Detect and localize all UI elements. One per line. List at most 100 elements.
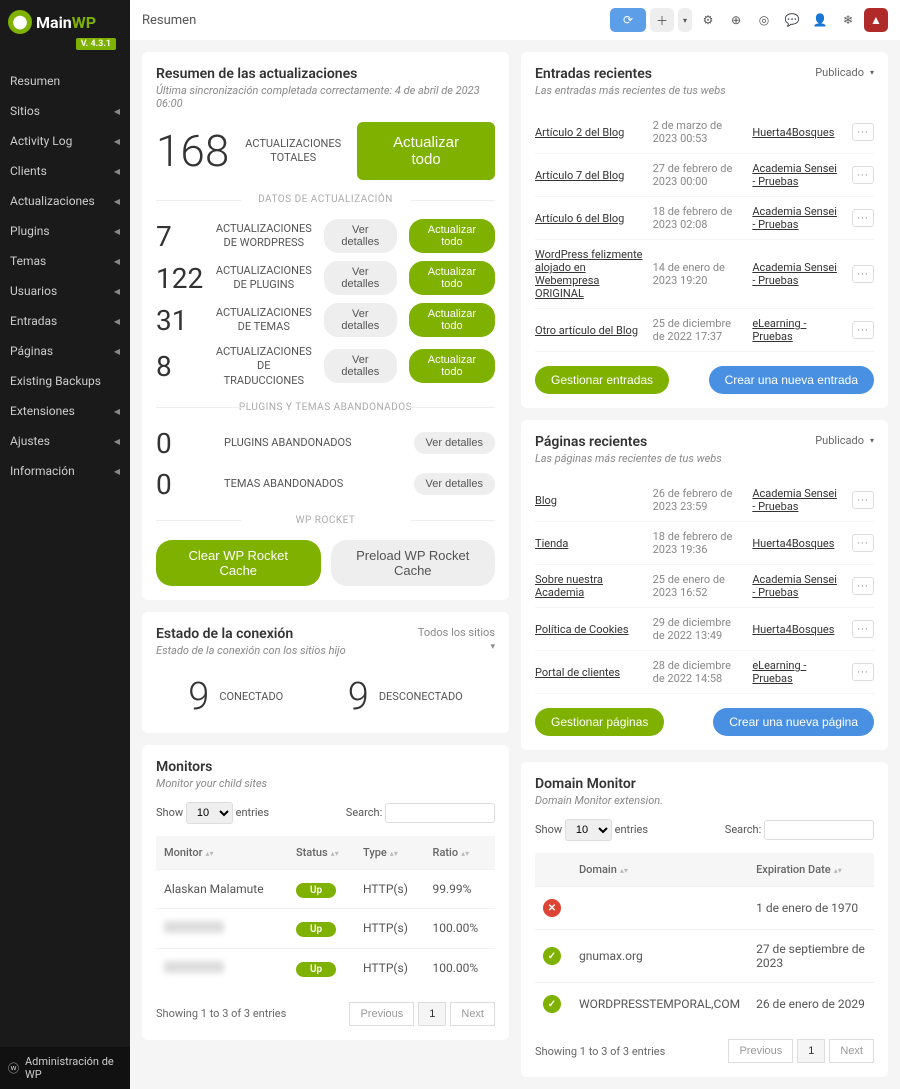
entry-menu-button[interactable]: ··· bbox=[852, 209, 874, 227]
view-details-button[interactable]: Ver detalles bbox=[324, 349, 397, 383]
entry-menu-button[interactable]: ··· bbox=[852, 321, 874, 339]
update-row-button[interactable]: Actualizar todo bbox=[409, 349, 495, 383]
entry-title-link[interactable]: Sobre nuestra Academia bbox=[535, 573, 643, 599]
abandoned-row: 0 PLUGINS ABANDONADOS Ver detalles bbox=[156, 427, 495, 460]
entry-title-link[interactable]: Artículo 2 del Blog bbox=[535, 126, 643, 139]
clear-cache-button[interactable]: Clear WP Rocket Cache bbox=[156, 540, 321, 586]
alert-icon[interactable]: ▲ bbox=[864, 8, 888, 32]
entry-site-link[interactable]: Huerta4Bosques bbox=[752, 126, 842, 139]
entry-title-link[interactable]: WordPress felizmente alojado en Webempre… bbox=[535, 248, 643, 300]
sidebar-item-7[interactable]: Usuarios◀ bbox=[0, 276, 130, 306]
sync-icon[interactable]: ⟳ bbox=[610, 8, 646, 32]
entry-title-link[interactable]: Otro artículo del Blog bbox=[535, 324, 643, 337]
sidebar-item-5[interactable]: Plugins◀ bbox=[0, 216, 130, 246]
next-button[interactable]: Next bbox=[450, 1002, 495, 1026]
entry-site-link[interactable]: Academia Sensei - Pruebas bbox=[752, 487, 842, 513]
entry-menu-button[interactable]: ··· bbox=[852, 534, 874, 552]
dm-entries-select[interactable]: 10 bbox=[565, 819, 612, 841]
col-status[interactable]: Status▴▾ bbox=[288, 836, 355, 870]
updates-card: Resumen de las actualizaciones Última si… bbox=[142, 52, 509, 600]
total-updates-number: 168 bbox=[156, 125, 229, 177]
manage-pages-button[interactable]: Gestionar páginas bbox=[535, 708, 664, 736]
dm-page-1-button[interactable]: 1 bbox=[797, 1039, 825, 1063]
manage-posts-button[interactable]: Gestionar entradas bbox=[535, 366, 669, 394]
gear-icon[interactable]: ⚙ bbox=[696, 8, 720, 32]
wp-admin-icon: ⓦ bbox=[8, 1060, 19, 1076]
sidebar-item-2[interactable]: Activity Log◀ bbox=[0, 126, 130, 156]
sidebar-footer[interactable]: ⓦ Administración de WP bbox=[0, 1047, 130, 1089]
view-details-button[interactable]: Ver detalles bbox=[324, 303, 397, 337]
view-details-button[interactable]: Ver detalles bbox=[324, 219, 397, 253]
entry-site-link[interactable]: Huerta4Bosques bbox=[752, 623, 842, 636]
sidebar-item-3[interactable]: Clients◀ bbox=[0, 156, 130, 186]
view-details-button[interactable]: Ver detalles bbox=[414, 473, 495, 495]
view-details-button[interactable]: Ver detalles bbox=[324, 261, 397, 295]
entry-site-link[interactable]: Huerta4Bosques bbox=[752, 537, 842, 550]
search-input[interactable] bbox=[385, 803, 495, 823]
col-monitor[interactable]: Monitor▴▾ bbox=[156, 836, 288, 870]
update-row-button[interactable]: Actualizar todo bbox=[409, 219, 495, 253]
entries-select[interactable]: 10 bbox=[186, 802, 233, 824]
col-expiration[interactable]: Expiration Date▴▾ bbox=[748, 853, 874, 887]
entry-site-link[interactable]: Academia Sensei - Pruebas bbox=[752, 573, 842, 599]
all-sites-select[interactable]: Todos los sitios▾ bbox=[418, 626, 495, 652]
sidebar-item-10[interactable]: Existing Backups bbox=[0, 366, 130, 396]
sidebar-item-8[interactable]: Entradas◀ bbox=[0, 306, 130, 336]
entry-menu-button[interactable]: ··· bbox=[852, 166, 874, 184]
preload-cache-button[interactable]: Preload WP Rocket Cache bbox=[331, 540, 496, 586]
entry-title-link[interactable]: Portal de clientes bbox=[535, 666, 643, 679]
entry-date: 26 de febrero de 2023 23:59 bbox=[653, 487, 743, 513]
entry-menu-button[interactable]: ··· bbox=[852, 123, 874, 141]
sidebar-item-4[interactable]: Actualizaciones◀ bbox=[0, 186, 130, 216]
globe-icon[interactable]: ⊕ bbox=[724, 8, 748, 32]
divider-abandoned: PLUGINS Y TEMAS ABANDONADOS bbox=[156, 402, 495, 413]
sidebar-item-12[interactable]: Ajustes◀ bbox=[0, 426, 130, 456]
entry-title-link[interactable]: Tienda bbox=[535, 537, 643, 550]
dm-next-button[interactable]: Next bbox=[829, 1039, 874, 1063]
prev-button[interactable]: Previous bbox=[349, 1002, 414, 1026]
sidebar-item-6[interactable]: Temas◀ bbox=[0, 246, 130, 276]
user-icon[interactable]: 👤 bbox=[808, 8, 832, 32]
entry-menu-button[interactable]: ··· bbox=[852, 620, 874, 638]
view-details-button[interactable]: Ver detalles bbox=[414, 432, 495, 454]
update-all-button[interactable]: Actualizar todo bbox=[357, 122, 495, 180]
entry-title-link[interactable]: Blog bbox=[535, 494, 643, 507]
page-1-button[interactable]: 1 bbox=[418, 1002, 446, 1026]
entry-menu-button[interactable]: ··· bbox=[852, 663, 874, 681]
col-domain[interactable]: Domain▴▾ bbox=[571, 853, 748, 887]
entry-site-link[interactable]: Academia Sensei - Pruebas bbox=[752, 162, 842, 188]
entry-site-link[interactable]: Academia Sensei - Pruebas bbox=[752, 205, 842, 231]
entry-menu-button[interactable]: ··· bbox=[852, 265, 874, 283]
sidebar-item-13[interactable]: Información◀ bbox=[0, 456, 130, 486]
create-page-button[interactable]: Crear una nueva página bbox=[713, 708, 874, 736]
col-ratio[interactable]: Ratio▴▾ bbox=[425, 836, 495, 870]
logo[interactable]: ⬤ MainWP bbox=[8, 10, 122, 34]
recent-pages-card: Páginas recientes Las páginas más recien… bbox=[521, 420, 888, 750]
update-row-button[interactable]: Actualizar todo bbox=[409, 303, 495, 337]
update-num: 7 bbox=[156, 220, 204, 253]
sidebar-item-9[interactable]: Páginas◀ bbox=[0, 336, 130, 366]
update-row-button[interactable]: Actualizar todo bbox=[409, 261, 495, 295]
create-post-button[interactable]: Crear una nueva entrada bbox=[709, 366, 874, 394]
entry-site-link[interactable]: eLearning - Pruebas bbox=[752, 317, 842, 343]
posts-status-select[interactable]: Publicado▾ bbox=[815, 66, 874, 79]
pages-status-select[interactable]: Publicado▾ bbox=[815, 434, 874, 447]
add-caret-icon[interactable]: ▾ bbox=[678, 8, 692, 32]
entry-site-link[interactable]: eLearning - Pruebas bbox=[752, 659, 842, 685]
dm-prev-button[interactable]: Previous bbox=[728, 1039, 793, 1063]
sidebar-item-0[interactable]: Resumen bbox=[0, 66, 130, 96]
col-type[interactable]: Type▴▾ bbox=[355, 836, 425, 870]
target-icon[interactable]: ◎ bbox=[752, 8, 776, 32]
sidebar-item-11[interactable]: Extensiones◀ bbox=[0, 396, 130, 426]
dm-search-input[interactable] bbox=[764, 820, 874, 840]
add-icon[interactable]: ＋ bbox=[650, 8, 674, 32]
entry-site-link[interactable]: Academia Sensei - Pruebas bbox=[752, 261, 842, 287]
entry-title-link[interactable]: Artículo 7 del Blog bbox=[535, 169, 643, 182]
entry-menu-button[interactable]: ··· bbox=[852, 491, 874, 509]
chat-icon[interactable]: 💬 bbox=[780, 8, 804, 32]
entry-title-link[interactable]: Política de Cookies bbox=[535, 623, 643, 636]
snow-icon[interactable]: ❄ bbox=[836, 8, 860, 32]
entry-title-link[interactable]: Artículo 6 del Blog bbox=[535, 212, 643, 225]
entry-menu-button[interactable]: ··· bbox=[852, 577, 874, 595]
sidebar-item-1[interactable]: Sitios◀ bbox=[0, 96, 130, 126]
